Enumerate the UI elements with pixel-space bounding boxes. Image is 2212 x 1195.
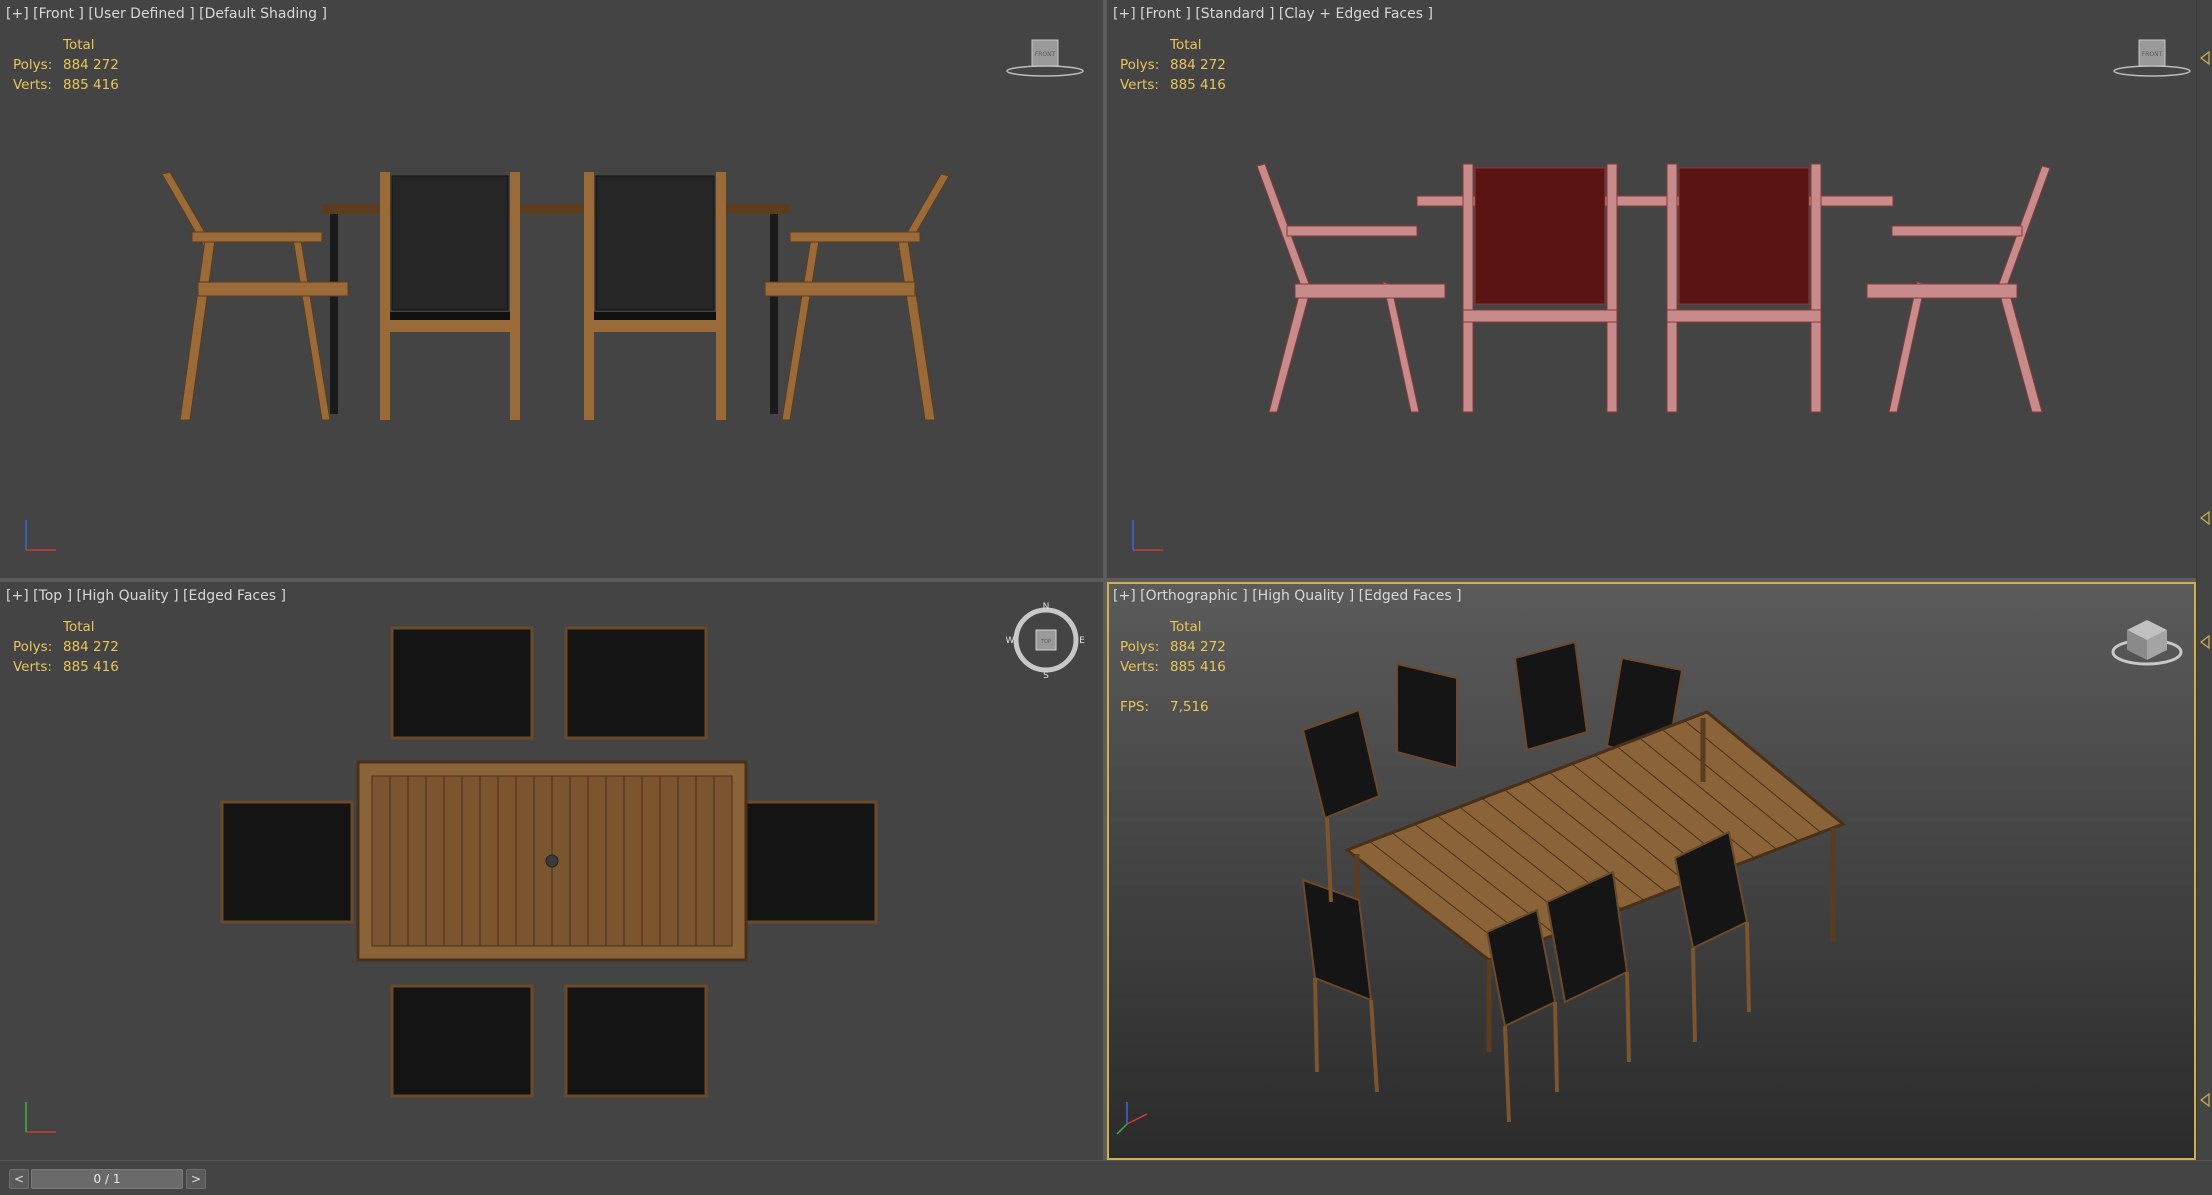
time-slider-bar: < 0 / 1 > — [0, 1160, 2212, 1195]
viewport-top[interactable]: [+] [Top ] [High Quality ] [Edged Faces … — [0, 582, 1103, 1160]
furniture-front-shaded — [161, 171, 950, 421]
viewport-orthographic[interactable]: [+] [Orthographic ] [High Quality ] [Edg… — [1107, 582, 2196, 1160]
viewport-front-clay[interactable]: [+] [Front ] [Standard ] [Clay + Edged F… — [1107, 0, 2196, 578]
next-frame-button[interactable]: > — [186, 1169, 206, 1189]
furniture-top-view — [220, 626, 878, 1098]
time-slider[interactable]: 0 / 1 — [31, 1169, 183, 1189]
axis-tripod-icon — [1132, 520, 1163, 551]
prev-frame-button[interactable]: < — [9, 1169, 29, 1189]
viewport-front-shaded[interactable]: [+] [Front ] [User Defined ] [Default Sh… — [0, 0, 1103, 578]
furniture-front-clay — [1256, 163, 2051, 413]
strip-marker-icons — [2200, 50, 2210, 1108]
axis-tripod-icon — [25, 1102, 56, 1133]
axis-tripod-icon — [1116, 1102, 1148, 1135]
furniture-perspective — [1301, 640, 1846, 1123]
viewport-divider-horizontal[interactable] — [0, 578, 2212, 582]
axis-tripod-icon — [25, 520, 56, 551]
right-edge-strip — [2196, 0, 2212, 1160]
